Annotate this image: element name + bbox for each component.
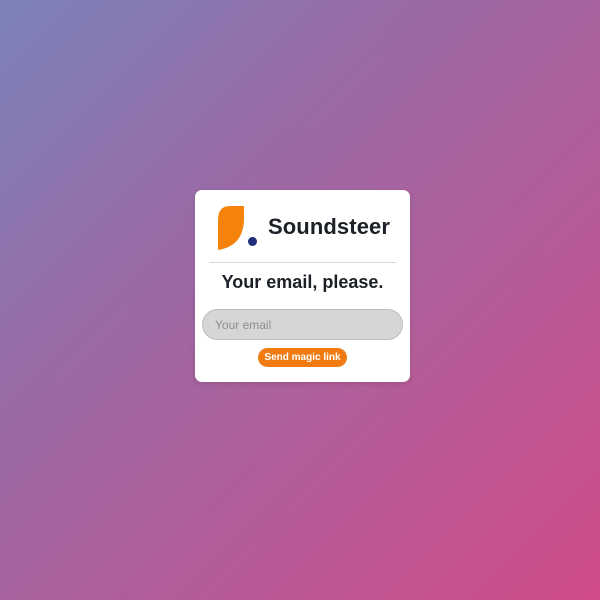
send-magic-link-button[interactable]: Send magic link bbox=[258, 348, 347, 367]
divider bbox=[209, 262, 396, 263]
form-heading: Your email, please. bbox=[221, 272, 384, 292]
soundsteer-logo-icon bbox=[216, 204, 260, 252]
brand-name: Soundsteer bbox=[268, 214, 391, 239]
brand-header: Soundsteer bbox=[216, 204, 396, 252]
login-card: Soundsteer Your email, please. Send magi… bbox=[195, 190, 410, 382]
email-input[interactable] bbox=[202, 309, 403, 340]
